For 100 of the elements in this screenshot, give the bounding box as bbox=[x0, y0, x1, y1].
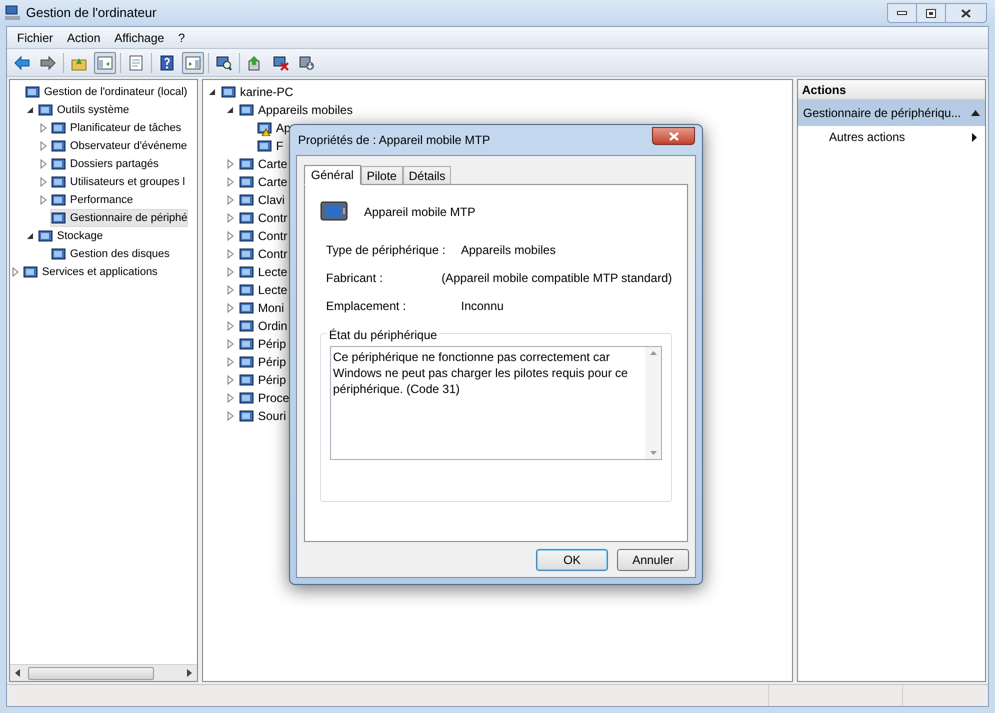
section-header[interactable]: Gestionnaire de périphériqu... bbox=[798, 100, 985, 126]
dialog-button[interactable]: Annuler bbox=[617, 549, 689, 571]
back-arrow-icon[interactable] bbox=[14, 54, 30, 70]
panel-icon[interactable] bbox=[97, 54, 113, 70]
close-icon bbox=[961, 8, 971, 18]
dialog-title: Propriétés de : Appareil mobile MTP bbox=[298, 132, 490, 149]
tree-item[interactable]: Périp bbox=[238, 353, 288, 371]
status-text-box[interactable]: Ce périphérique ne fonctionne pas correctement car Windows ne peut pas charger les pilotes requis pour ce périphérique. (Code 31) bbox=[330, 346, 662, 460]
device-icon bbox=[239, 336, 255, 352]
help-icon[interactable] bbox=[159, 54, 175, 70]
tree-item[interactable]: F bbox=[256, 137, 284, 155]
tree-item[interactable]: Proce bbox=[238, 389, 290, 407]
device-icon bbox=[51, 246, 67, 262]
device-icon bbox=[239, 282, 255, 298]
window-title: Gestion de l'ordinateur bbox=[26, 4, 156, 22]
close-button[interactable] bbox=[652, 127, 695, 145]
tree-item[interactable]: Utilisateurs et groupes l bbox=[50, 173, 186, 191]
device-icon bbox=[239, 390, 255, 406]
document-icon[interactable] bbox=[128, 54, 144, 70]
tree-item[interactable]: Gestion des disques bbox=[50, 245, 171, 263]
device-icon bbox=[23, 264, 39, 280]
field-label: Type de périphérique : bbox=[326, 242, 446, 259]
forward-arrow-icon[interactable] bbox=[40, 54, 56, 70]
scroll-left-icon[interactable] bbox=[14, 669, 22, 677]
minimize-icon bbox=[897, 11, 907, 15]
tree-item[interactable]: Planificateur de tâches bbox=[50, 119, 182, 137]
tree-item[interactable]: Observateur d'événeme bbox=[50, 137, 188, 155]
device-icon bbox=[25, 84, 41, 100]
pane-header: Actions bbox=[798, 80, 985, 100]
device-icon bbox=[51, 156, 67, 172]
tree-item[interactable]: Appareils mobiles bbox=[238, 101, 354, 119]
scroll-up-icon[interactable] bbox=[650, 351, 656, 355]
device-icon bbox=[239, 156, 255, 172]
tab[interactable]: Général bbox=[304, 165, 361, 185]
device-icon bbox=[51, 210, 67, 226]
field-value: Inconnu bbox=[461, 298, 504, 315]
device-icon bbox=[51, 120, 67, 136]
tree-item[interactable]: Dossiers partagés bbox=[50, 155, 160, 173]
menu-item[interactable]: Fichier bbox=[11, 28, 60, 48]
maximize-icon bbox=[926, 8, 936, 18]
tree-item[interactable]: Contr bbox=[238, 227, 288, 245]
device-icon bbox=[51, 192, 67, 208]
caret-icon[interactable] bbox=[25, 231, 35, 241]
tree-item[interactable]: Carte bbox=[238, 155, 288, 173]
menu-item[interactable]: Action bbox=[61, 28, 106, 48]
tree-item[interactable]: Moni bbox=[238, 299, 286, 317]
tree-item[interactable]: Gestion de l'ordinateur (local) bbox=[24, 83, 188, 101]
device-icon bbox=[38, 102, 54, 118]
device-icon bbox=[239, 354, 255, 370]
tree-item[interactable]: Souri bbox=[238, 407, 288, 425]
tree-item[interactable]: karine-PC bbox=[220, 83, 294, 101]
menu-item[interactable]: Affichage bbox=[108, 28, 170, 48]
tree-item[interactable]: Stockage bbox=[37, 227, 104, 245]
tree-item[interactable]: Contr bbox=[238, 209, 288, 227]
submenu-arrow-icon bbox=[972, 132, 977, 142]
scroll-down-icon[interactable] bbox=[650, 451, 656, 455]
horizontal-scrollbar[interactable] bbox=[10, 664, 197, 681]
caret-icon[interactable] bbox=[207, 87, 217, 97]
menu-item[interactable]: ? bbox=[172, 28, 191, 48]
tree-item[interactable]: Clavi bbox=[238, 191, 286, 209]
device-icon bbox=[239, 318, 255, 334]
tree-item[interactable]: Gestionnaire de périphé bbox=[50, 209, 188, 227]
tree-item[interactable]: Périp bbox=[238, 335, 288, 353]
field-value: Appareils mobiles bbox=[461, 242, 556, 259]
tree-item[interactable]: Lecte bbox=[238, 281, 288, 299]
tree-item[interactable]: Services et applications bbox=[22, 263, 159, 281]
tree-item[interactable]: Lecte bbox=[238, 263, 288, 281]
tree-item[interactable]: Périp bbox=[238, 371, 288, 389]
action-link[interactable]: Autres actions bbox=[798, 126, 985, 148]
scrollbar-thumb[interactable] bbox=[28, 666, 154, 680]
tab[interactable]: Détails bbox=[402, 166, 452, 184]
tab[interactable]: Pilote bbox=[360, 166, 403, 184]
vertical-scrollbar[interactable] bbox=[645, 347, 661, 459]
tree-item[interactable]: Performance bbox=[50, 191, 134, 209]
dialog-button[interactable]: OK bbox=[536, 549, 608, 571]
device-icon bbox=[239, 300, 255, 316]
device-icon bbox=[239, 102, 255, 118]
device-icon bbox=[51, 174, 67, 190]
collapse-caret-icon[interactable] bbox=[971, 110, 980, 116]
status-message: Ce périphérique ne fonctionne pas correctement car Windows ne peut pas charger les pilotes requis pour ce périphérique. (Code 31) bbox=[333, 349, 629, 397]
device-icon bbox=[239, 192, 255, 208]
caret-icon[interactable] bbox=[225, 105, 235, 115]
download-icon[interactable] bbox=[299, 54, 315, 70]
scan-icon[interactable] bbox=[216, 54, 232, 70]
panel-icon[interactable] bbox=[185, 54, 201, 70]
device-icon bbox=[221, 84, 237, 100]
device-icon bbox=[239, 408, 255, 424]
tree-item[interactable]: Ordin bbox=[238, 317, 288, 335]
device-icon bbox=[51, 138, 67, 154]
remove-icon[interactable] bbox=[273, 54, 289, 70]
device-icon bbox=[239, 246, 255, 262]
device-name: Appareil mobile MTP bbox=[364, 204, 476, 221]
tree-item[interactable]: Outils système bbox=[37, 101, 130, 119]
caret-icon[interactable] bbox=[25, 105, 35, 115]
tree-item[interactable]: Contr bbox=[238, 245, 288, 263]
field-label: Fabricant : bbox=[326, 270, 384, 287]
tree-item[interactable]: Carte bbox=[238, 173, 288, 191]
group-label: État du périphérique bbox=[327, 326, 440, 344]
device-icon bbox=[38, 228, 54, 244]
scroll-right-icon[interactable] bbox=[185, 669, 193, 677]
